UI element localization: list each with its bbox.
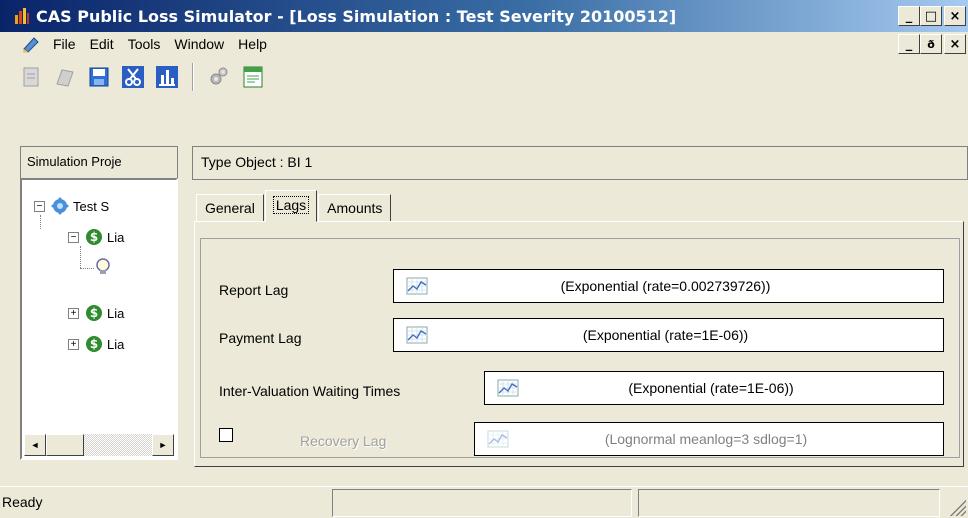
mdi-window-controls: _ ð × — [898, 34, 966, 54]
simulation-project-tab-label: Simulation Proje — [27, 154, 122, 169]
mdi-restore-button[interactable]: ð — [920, 34, 942, 54]
tree-node-root[interactable]: − Test S — [34, 197, 109, 215]
dollar-coin-icon: $ — [85, 304, 103, 322]
payment-lag-label: Payment Lag — [219, 330, 302, 346]
status-text-cell: Ready — [0, 489, 326, 517]
app-logo-icon — [14, 7, 30, 25]
tree-guide — [40, 215, 41, 229]
tree-node-label: Lia — [107, 229, 125, 245]
tree-expand-toggle[interactable]: + — [68, 307, 79, 319]
tree-node-type-object[interactable] — [94, 258, 116, 276]
distribution-chart-icon — [406, 326, 428, 344]
dollar-coin-icon: $ — [85, 228, 103, 246]
recovery-lag-label: Recovery Lag — [300, 433, 387, 449]
tree-guide — [80, 246, 81, 268]
tab-strip: General Lags Amounts — [196, 190, 392, 222]
horizontal-scrollbar[interactable]: ◄ ► — [24, 434, 174, 456]
type-object-header: Type Object : BI 1 — [192, 146, 968, 180]
tree-node-label: Lia — [107, 336, 125, 352]
tree-node-liability-3[interactable]: + $ Lia — [68, 335, 124, 353]
chart-icon[interactable] — [154, 64, 180, 90]
lightbulb-icon — [94, 258, 112, 276]
menu-help[interactable]: Help — [231, 36, 274, 52]
scroll-left-button[interactable]: ◄ — [24, 434, 46, 456]
title-bar[interactable]: CAS Public Loss Simulator - [Loss Simula… — [0, 0, 968, 32]
inter-valuation-value: (Exponential (rate=1E-06)) — [628, 380, 794, 396]
tab-amounts[interactable]: Amounts — [318, 194, 392, 222]
settings-gears-icon[interactable] — [206, 64, 232, 90]
status-panel-2 — [332, 489, 632, 517]
tab-simulation-project[interactable]: Simulation Proje — [20, 146, 178, 178]
report-lag-value: (Exponential (rate=0.002739726)) — [560, 278, 771, 294]
payment-lag-distribution-field[interactable]: (Exponential (rate=1E-06)) — [393, 318, 944, 352]
cut-icon[interactable] — [120, 64, 146, 90]
scroll-track[interactable] — [84, 434, 152, 456]
inter-valuation-label: Inter-Valuation Waiting Times — [219, 383, 401, 399]
maximize-button[interactable]: □ — [920, 6, 942, 26]
mdi-minimize-button[interactable]: _ — [898, 34, 920, 54]
tree-node-label: Test S — [73, 198, 110, 214]
status-bar: Ready — [0, 486, 968, 518]
menu-edit[interactable]: Edit — [83, 36, 121, 52]
minimize-button[interactable]: _ — [898, 6, 920, 26]
toolbar — [0, 58, 968, 96]
distribution-chart-icon — [497, 379, 519, 397]
menu-tools[interactable]: Tools — [121, 36, 168, 52]
project-tree[interactable]: − Test S − $ Lia + $ Lia + $ Lia ◄ ► — [20, 178, 178, 460]
report-icon[interactable] — [240, 64, 266, 90]
window-title: CAS Public Loss Simulator - [Loss Simula… — [36, 6, 677, 26]
distribution-chart-icon — [406, 277, 428, 295]
status-panel-3 — [638, 489, 940, 517]
new-icon[interactable] — [18, 64, 44, 90]
tree-node-liability-1[interactable]: − $ Lia — [68, 228, 124, 246]
tab-lags[interactable]: Lags — [264, 190, 318, 222]
close-button[interactable]: × — [944, 6, 966, 26]
recovery-lag-value: (Lognormal meanlog=3 sdlog=1) — [604, 431, 808, 447]
tree-guide — [80, 268, 94, 269]
scroll-thumb[interactable] — [46, 434, 84, 456]
open-icon[interactable] — [52, 64, 78, 90]
dollar-coin-icon: $ — [85, 335, 103, 353]
tree-node-label: Lia — [107, 305, 125, 321]
type-object-label: Type Object : BI 1 — [201, 154, 313, 170]
scroll-right-button[interactable]: ► — [152, 434, 174, 456]
tree-node-liability-2[interactable]: + $ Lia — [68, 304, 124, 322]
save-icon[interactable] — [86, 64, 112, 90]
tab-general[interactable]: General — [196, 194, 264, 222]
simulation-gear-icon — [51, 197, 69, 215]
report-lag-label: Report Lag — [219, 282, 289, 298]
document-window-icon[interactable] — [22, 35, 40, 53]
svg-text:$: $ — [90, 230, 98, 244]
mdi-close-button[interactable]: × — [944, 34, 966, 54]
toolbar-separator — [192, 63, 194, 91]
menu-bar: File Edit Tools Window Help _ ð × — [0, 32, 968, 56]
status-text: Ready — [2, 494, 43, 510]
menu-window[interactable]: Window — [167, 36, 231, 52]
inter-valuation-distribution-field[interactable]: (Exponential (rate=1E-06)) — [484, 371, 944, 405]
window-controls: _ □ × — [898, 6, 966, 26]
svg-text:$: $ — [90, 337, 98, 351]
recovery-lag-distribution-field[interactable]: (Lognormal meanlog=3 sdlog=1) — [474, 422, 944, 456]
menu-file[interactable]: File — [46, 36, 83, 52]
report-lag-distribution-field[interactable]: (Exponential (rate=0.002739726)) — [393, 269, 944, 303]
tree-collapse-toggle[interactable]: − — [34, 200, 45, 212]
payment-lag-value: (Exponential (rate=1E-06)) — [582, 327, 749, 343]
resize-grip[interactable] — [950, 500, 966, 516]
distribution-chart-icon — [487, 430, 509, 448]
tree-collapse-toggle[interactable]: − — [68, 231, 79, 243]
svg-text:$: $ — [90, 306, 98, 320]
tree-expand-toggle[interactable]: + — [68, 338, 79, 350]
recovery-lag-checkbox[interactable] — [219, 428, 233, 442]
